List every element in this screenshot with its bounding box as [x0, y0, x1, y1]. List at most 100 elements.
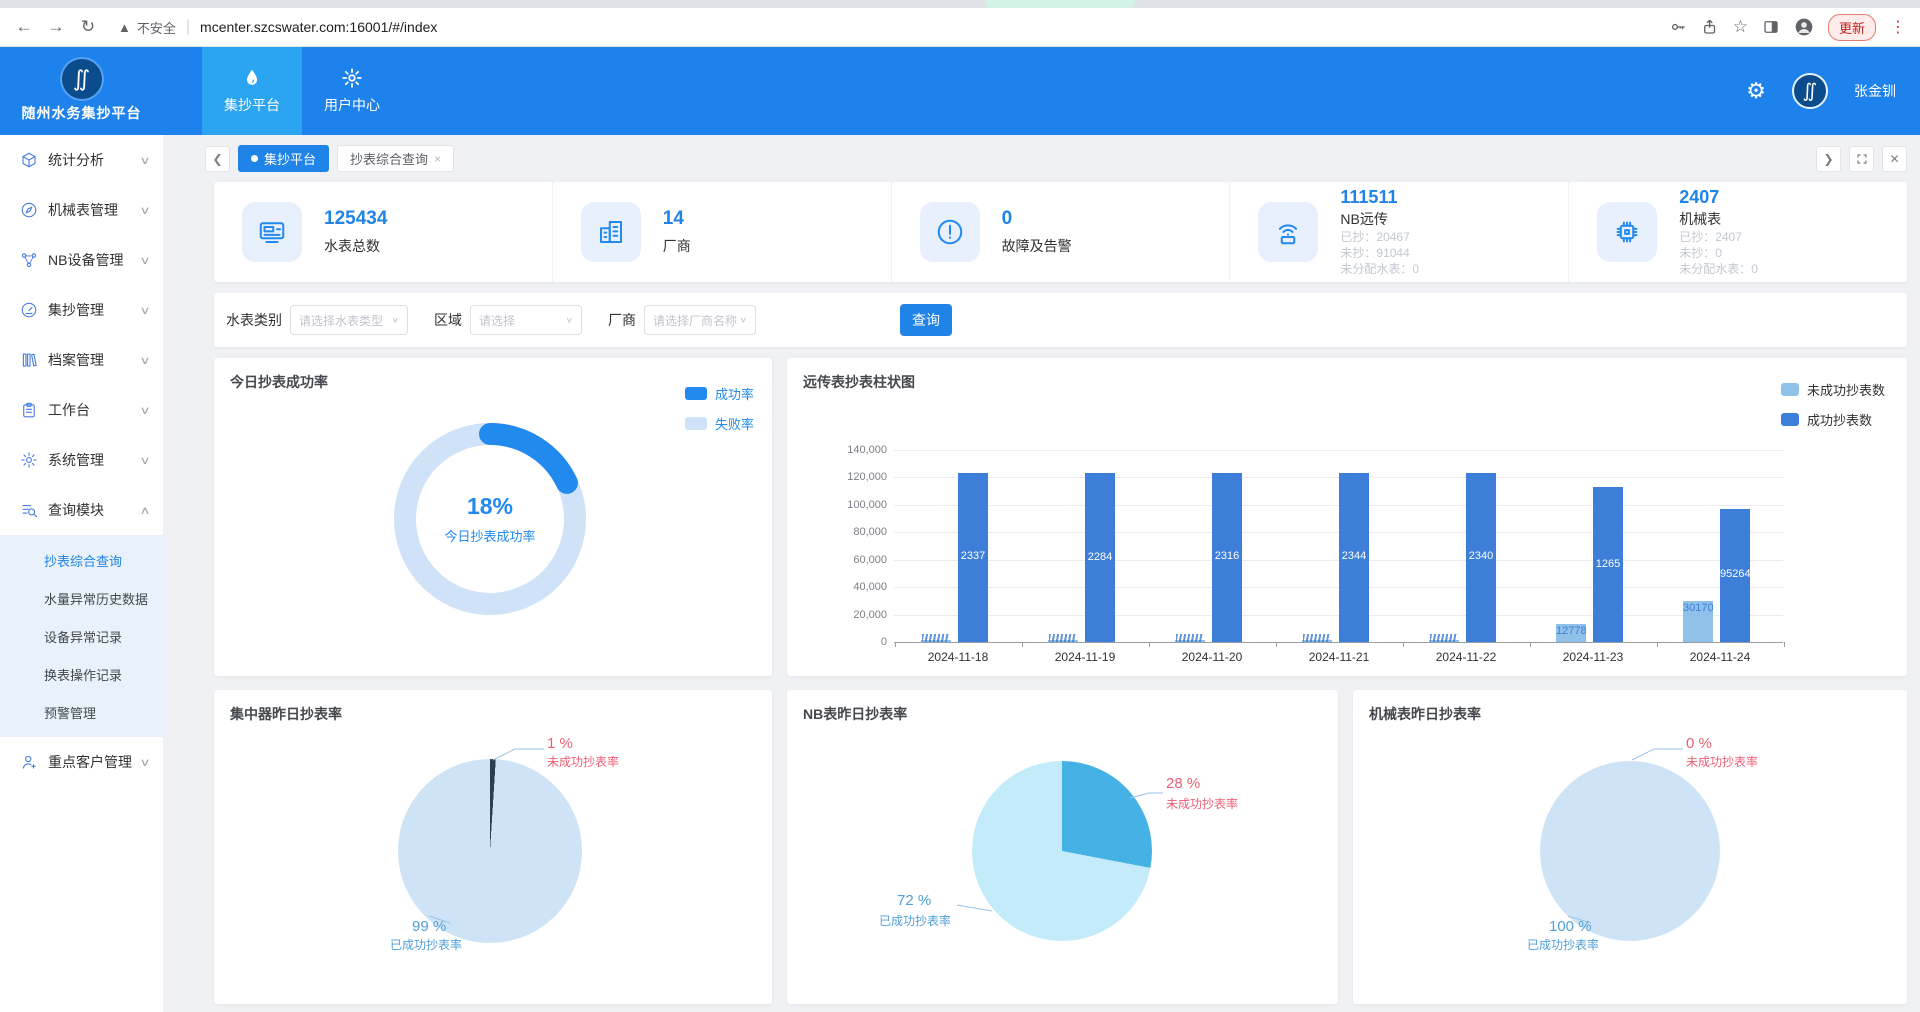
sidebar-subitem-抄表综合查询[interactable]: 抄表综合查询 [0, 541, 163, 579]
tabs-scroll-right-button[interactable]: ❯ [1816, 146, 1841, 172]
sidebar-item-集抄管理[interactable]: 集抄管理∨ [0, 285, 163, 335]
sidebar-item-机械表管理[interactable]: 机械表管理∨ [0, 185, 163, 235]
sidebar-item-重点客户管理[interactable]: 重点客户管理∨ [0, 737, 163, 787]
y-axis-tick-label: 0 [787, 636, 887, 648]
nav-tab-label: 用户中心 [324, 95, 380, 115]
sidebar-item-查询模块[interactable]: 查询模块∧ [0, 485, 163, 535]
forward-icon[interactable]: → [40, 17, 72, 37]
legend-label: 成功率 [715, 384, 754, 403]
filter-placeholder: 请选择水表类型 [299, 312, 392, 329]
pie-panel-mechanical: 机械表昨日抄表率 0 %未成功抄表率100 %已成功抄表率 [1353, 690, 1907, 1004]
tabs-scroll-left-button[interactable]: ❮ [205, 146, 230, 172]
app-logo-icon: ∬ [62, 59, 102, 99]
pie-percent-unsuccessful: 1 % [547, 735, 573, 752]
route-tab-label: 抄表综合查询 [350, 149, 428, 168]
stat-card-detail: 已抄：2407 [1679, 229, 1758, 245]
stat-card-机械表: 2407机械表已抄：2407未抄：0未分配水表：0 [1568, 182, 1907, 282]
chevron-down-icon: ∨ [139, 304, 150, 317]
avatar[interactable]: ∬ [1792, 73, 1828, 109]
stats-icon [20, 151, 38, 169]
pie-panel-concentrator: 集中器昨日抄表率 1 %未成功抄表率99 %已成功抄表率 [214, 690, 772, 1004]
stat-card-label: 厂商 [663, 236, 691, 256]
pie-label-unsuccessful: 未成功抄表率 [547, 753, 619, 770]
bar-value-label: 2344 [1339, 550, 1369, 562]
pie-label-unsuccessful: 未成功抄表率 [1166, 795, 1238, 812]
header-nav: 集抄平台用户中心 [202, 47, 402, 135]
filter-select-区域[interactable]: 请选择∨ [470, 305, 582, 335]
filter-placeholder: 请选择厂商名称 [653, 312, 740, 329]
share-icon[interactable] [1701, 18, 1719, 36]
chevron-down-icon: ∨ [139, 404, 150, 417]
stat-card-detail: 未分配水表：0 [1340, 261, 1419, 277]
legend-item-失败率[interactable]: 失败率 [685, 414, 754, 433]
sidebar-item-统计分析[interactable]: 统计分析∨ [0, 135, 163, 185]
settings-gear-icon[interactable]: ⚙ [1746, 78, 1766, 104]
stat-card-value: 2407 [1679, 187, 1758, 208]
y-axis-tick-label: 60,000 [787, 554, 887, 566]
x-axis-tick [1022, 642, 1023, 647]
bookmark-star-icon[interactable]: ☆ [1733, 17, 1748, 37]
close-tab-icon[interactable]: × [434, 152, 441, 166]
pie-percent-successful: 100 % [1549, 918, 1592, 935]
search-button[interactable]: 查询 [900, 304, 952, 336]
filter-select-水表类别[interactable]: 请选择水表类型∨ [290, 305, 408, 335]
bar-value-label [1430, 634, 1457, 642]
reload-icon[interactable]: ↻ [72, 17, 104, 37]
route-tab-抄表综合查询[interactable]: 抄表综合查询 × [337, 145, 454, 172]
stat-card-detail: 未抄：0 [1679, 245, 1758, 261]
chevron-down-icon: ∨ [740, 316, 747, 325]
y-axis-tick-label: 80,000 [787, 526, 887, 538]
active-tab-dot [251, 155, 258, 162]
key-icon[interactable] [1669, 18, 1687, 36]
meter-screen-icon [257, 217, 287, 247]
sidebar-item-档案管理[interactable]: 档案管理∨ [0, 335, 163, 385]
sidebar-item-label: 档案管理 [48, 350, 141, 370]
donut-legend: 成功率失败率 [685, 384, 754, 433]
bar-chart: 020,00040,00060,00080,000100,000120,0001… [787, 358, 1907, 676]
legend-item-成功率[interactable]: 成功率 [685, 384, 754, 403]
split-view-icon[interactable] [1762, 18, 1780, 36]
stat-card-icon-tile [920, 202, 980, 262]
back-icon[interactable]: ← [8, 17, 40, 37]
close-all-tabs-button[interactable]: ✕ [1882, 146, 1907, 172]
nav-tab-user-center[interactable]: 用户中心 [302, 47, 402, 135]
browser-toolbar: ← → ↻ ▲不安全 | mcenter.szcswater.com:16001… [0, 8, 1920, 47]
sidebar-subitem-设备异常记录[interactable]: 设备异常记录 [0, 617, 163, 655]
sidebar-item-label: 机械表管理 [48, 200, 141, 220]
stat-card-value: 111511 [1340, 187, 1419, 208]
sidebar-item-工作台[interactable]: 工作台∨ [0, 385, 163, 435]
browser-menu-icon[interactable]: ⋮ [1890, 17, 1906, 37]
stat-card-label: 机械表 [1679, 209, 1758, 229]
stat-card-label: 故障及告警 [1002, 236, 1072, 256]
app-title: 随州水务集抄平台 [22, 103, 142, 123]
chip-icon [1612, 217, 1642, 247]
nav-tab-platform[interactable]: 集抄平台 [202, 47, 302, 135]
sidebar-item-系统管理[interactable]: 系统管理∨ [0, 435, 163, 485]
stat-card-label: NB远传 [1340, 209, 1419, 229]
fullscreen-button[interactable] [1849, 146, 1874, 172]
x-axis-tick [1403, 642, 1404, 647]
sidebar-item-label: 统计分析 [48, 150, 141, 170]
bar-value-label: 30170 [1683, 602, 1713, 614]
sidebar-subitem-预警管理[interactable]: 预警管理 [0, 693, 163, 731]
sidebar-subitem-换表操作记录[interactable]: 换表操作记录 [0, 655, 163, 693]
sidebar-item-label: NB设备管理 [48, 250, 141, 270]
profile-icon[interactable] [1794, 17, 1814, 37]
x-axis-tick [1784, 642, 1785, 647]
pie-chart [398, 759, 582, 943]
pie-label-successful: 已成功抄表率 [879, 912, 951, 929]
sidebar-subitem-水量异常历史数据[interactable]: 水量异常历史数据 [0, 579, 163, 617]
chevron-down-icon: ∨ [139, 204, 150, 217]
route-tab-集抄平台[interactable]: 集抄平台 [238, 145, 329, 172]
sidebar: 统计分析∨机械表管理∨NB设备管理∨集抄管理∨档案管理∨工作台∨系统管理∨查询模… [0, 135, 163, 1012]
app-header: ∬ 随州水务集抄平台 集抄平台用户中心 ⚙ ∬ 张金钏 [0, 47, 1920, 135]
security-chip[interactable]: ▲不安全 [118, 18, 176, 37]
pie-panel-nb: NB表昨日抄表率 28 %未成功抄表率72 %已成功抄表率 [787, 690, 1338, 1004]
filter-select-厂商[interactable]: 请选择厂商名称∨ [644, 305, 756, 335]
sidebar-item-NB设备管理[interactable]: NB设备管理∨ [0, 235, 163, 285]
x-axis-category-label: 2024-11-19 [1022, 650, 1148, 664]
url-text[interactable]: mcenter.szcswater.com:16001/#/index [200, 19, 1669, 35]
stat-card-icon-tile [242, 202, 302, 262]
update-button[interactable]: 更新 [1828, 14, 1876, 41]
pie-label-successful: 已成功抄表率 [390, 936, 462, 953]
